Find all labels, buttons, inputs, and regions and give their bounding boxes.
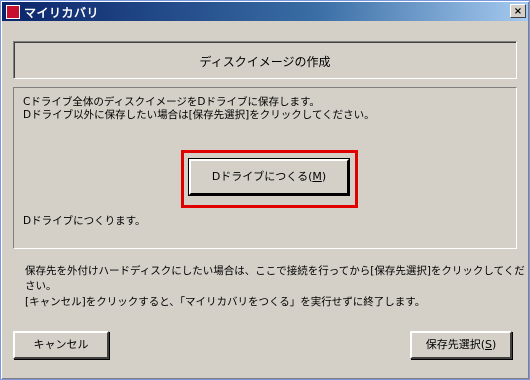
main-panel: Cドライブ全体のディスクイメージをDドライブに保存します。 Dドライブ以外に保存… xyxy=(13,87,517,249)
select-destination-button[interactable]: 保存先選択(S) xyxy=(410,331,512,359)
create-on-d-drive-button[interactable]: Dドライブにつくる(M) xyxy=(188,158,350,196)
recovery-window: マイリカバリ × ディスクイメージの作成 Cドライブ全体のディスクイメージをDド… xyxy=(0,0,530,380)
title-bar[interactable]: マイリカバリ × xyxy=(2,2,528,21)
close-button[interactable]: × xyxy=(510,4,526,18)
select-destination-label-prefix: 保存先選択( xyxy=(425,338,485,351)
create-button-label-prefix: Dドライブにつくる( xyxy=(211,170,313,183)
header-panel: ディスクイメージの作成 xyxy=(13,41,517,79)
window-title: マイリカバリ xyxy=(24,6,100,20)
create-button-accelerator: M xyxy=(312,170,322,183)
description: Cドライブ全体のディスクイメージをDドライブに保存します。 Dドライブ以外に保存… xyxy=(23,96,375,122)
cancel-button[interactable]: キャンセル xyxy=(13,331,109,359)
page-title: ディスクイメージの作成 xyxy=(199,55,331,69)
note-cancel: [キャンセル]をクリックすると、「マイリカバリをつくる」を実行せずに終了します。 xyxy=(25,296,426,308)
app-icon xyxy=(6,5,20,19)
select-destination-accelerator: S xyxy=(485,338,492,351)
note-external-drive: 保存先を外付けハードディスクにしたい場合は、ここで接続を行ってから[保存先選択]… xyxy=(25,265,525,292)
description-line-2: Dドライブ以外に保存したい場合は[保存先選択]をクリックしてください。 xyxy=(23,109,375,121)
create-button-label-suffix: ) xyxy=(321,170,327,183)
description-line-1: Cドライブ全体のディスクイメージをDドライブに保存します。 xyxy=(23,96,320,108)
status-text: Dドライブにつくります。 xyxy=(23,215,146,227)
select-destination-label-suffix: ) xyxy=(491,338,497,351)
